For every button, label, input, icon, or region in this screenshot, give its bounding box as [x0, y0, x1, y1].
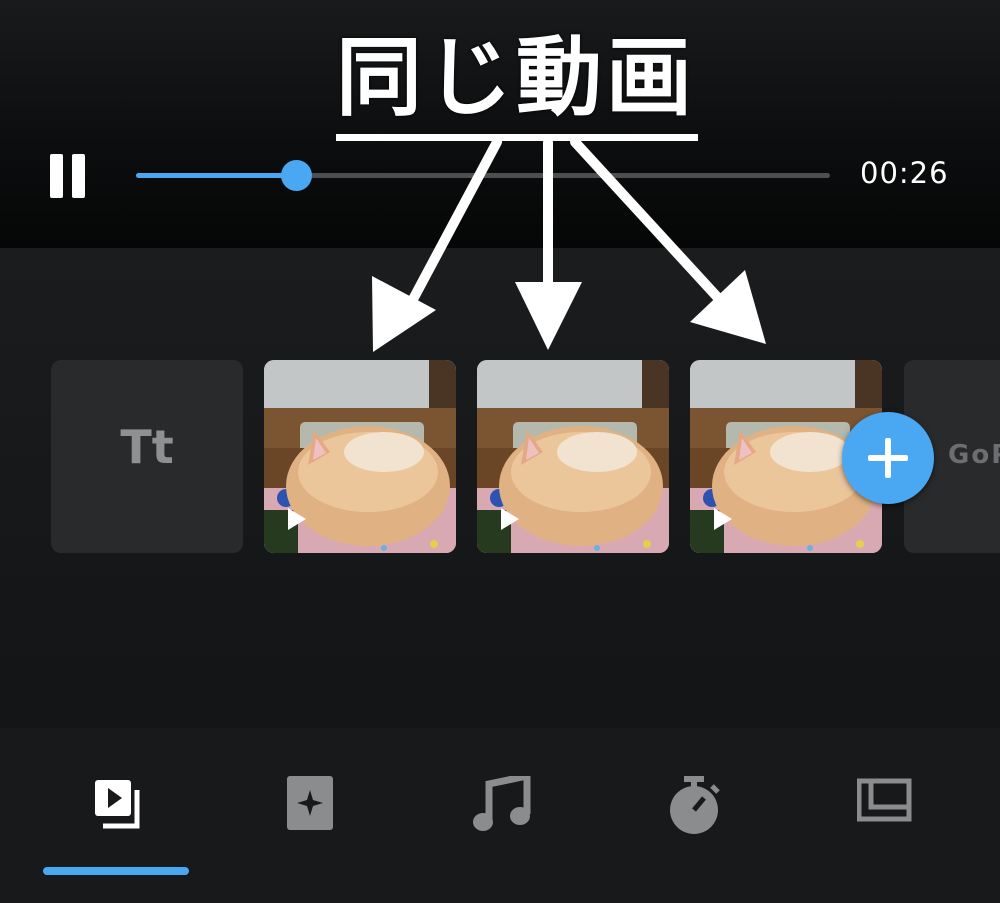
tab-effects[interactable]: [244, 768, 384, 848]
time-readout: 00:26: [860, 156, 949, 190]
tab-timer[interactable]: [626, 768, 766, 848]
title-clip-label: Tt: [120, 420, 174, 474]
play-icon: [288, 508, 306, 530]
progress-slider[interactable]: [136, 160, 830, 191]
tab-layout[interactable]: [814, 768, 954, 848]
clips-icon: [95, 780, 140, 829]
tab-selected-indicator: [43, 867, 189, 875]
progress-thumb[interactable]: [280, 160, 312, 191]
pause-icon: [50, 154, 63, 198]
video-clip-2[interactable]: [477, 360, 669, 553]
effects-icon: [287, 776, 333, 830]
video-clip-1[interactable]: [264, 360, 456, 553]
add-clip-button[interactable]: [842, 412, 934, 504]
timer-icon: [670, 776, 720, 834]
gopro-logo: GoPro: [948, 440, 1000, 470]
bottom-tab-bar: [0, 728, 1000, 903]
tab-music[interactable]: [430, 768, 570, 848]
pause-icon-bar: [72, 154, 85, 198]
annotation-underline: [336, 134, 698, 141]
pause-button[interactable]: [46, 150, 90, 202]
tab-clips[interactable]: [48, 768, 188, 848]
layout-icon: [857, 778, 912, 822]
title-clip[interactable]: Tt: [51, 360, 243, 553]
play-icon: [501, 508, 519, 530]
music-icon: [473, 776, 531, 831]
play-icon: [714, 508, 732, 530]
annotation-title: 同じ動画: [336, 28, 696, 128]
progress-fill: [136, 173, 296, 178]
